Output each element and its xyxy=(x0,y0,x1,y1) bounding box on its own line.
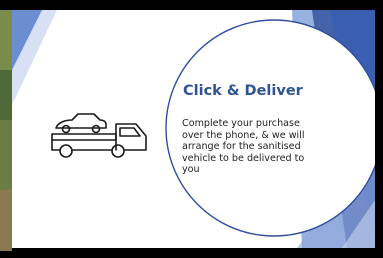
video-frame: Click & Deliver Complete your purchase o… xyxy=(0,0,383,258)
car-on-tow-truck-icon xyxy=(51,113,147,158)
bottom-black-band xyxy=(12,248,383,258)
slide-title: Click & Deliver xyxy=(183,83,303,99)
slide-body-text: Complete your purchase over the phone, &… xyxy=(182,118,305,176)
presentation-slide: Click & Deliver Complete your purchase o… xyxy=(12,10,375,248)
left-background-strip xyxy=(0,10,12,251)
